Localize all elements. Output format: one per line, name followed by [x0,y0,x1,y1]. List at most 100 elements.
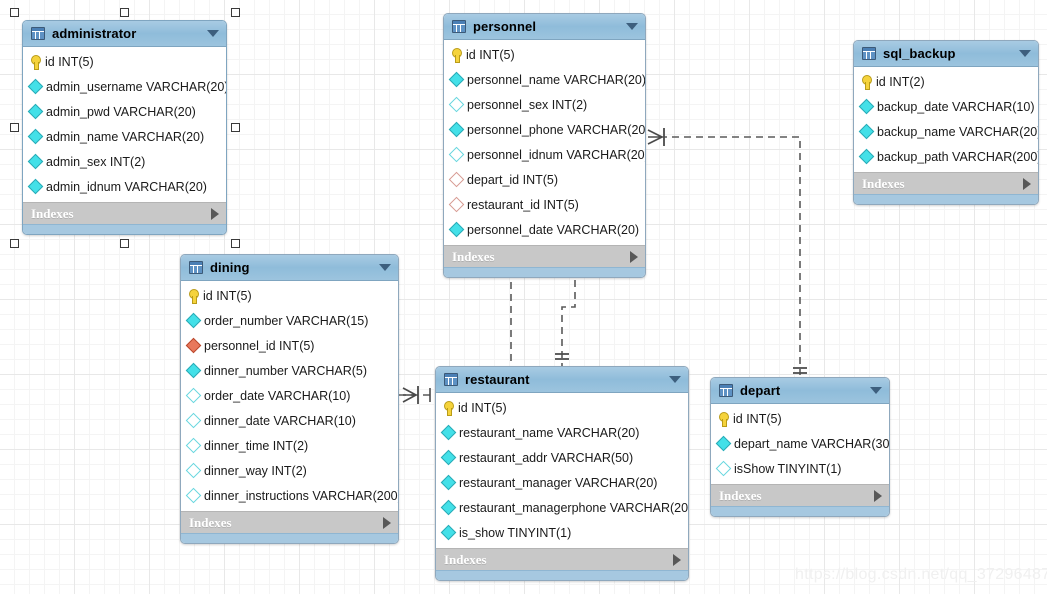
column-row[interactable]: id INT(2) [854,69,1038,94]
column-notnull-icon [448,121,465,138]
table-icon [444,373,458,386]
column-row[interactable]: id INT(5) [711,406,889,431]
column-row[interactable]: backup_path VARCHAR(200) [854,144,1038,169]
column-row[interactable]: dinner_way INT(2) [181,458,398,483]
chevron-down-icon[interactable] [870,387,882,394]
indexes-section-depart[interactable]: Indexes [711,484,889,506]
column-label: personnel_date VARCHAR(20) [467,222,640,237]
resize-handle-s[interactable] [120,238,129,248]
column-row[interactable]: depart_name VARCHAR(30) [711,431,889,456]
chevron-down-icon[interactable] [669,376,681,383]
column-row[interactable]: personnel_idnum VARCHAR(20) [444,142,645,167]
column-nullable-icon [448,146,465,163]
column-notnull-icon [440,499,457,516]
column-row[interactable]: restaurant_manager VARCHAR(20) [436,470,688,495]
chevron-right-icon[interactable] [1023,177,1031,190]
column-row[interactable]: personnel_date VARCHAR(20) [444,217,645,242]
column-nullable-icon [185,437,202,454]
column-notnull-icon [185,362,202,379]
table-header-personnel[interactable]: personnel [444,14,645,40]
table-node-restaurant[interactable]: restaurant id INT(5) restaurant_name VARCH… [435,366,689,581]
resize-handle-sw[interactable] [9,238,19,248]
column-notnull-icon [440,449,457,466]
column-notnull-icon [858,148,875,165]
column-label: id INT(5) [733,411,782,426]
table-node-dining[interactable]: dining id INT(5) order_number VARCHAR(15) p… [180,254,399,544]
indexes-section-restaurant[interactable]: Indexes [436,548,688,570]
column-list: id INT(5) restaurant_name VARCHAR(20) rest… [436,393,688,548]
column-label: dinner_way INT(2) [204,463,307,478]
eer-diagram-canvas[interactable]: { "canvas": { "watermark": "https://blog… [0,0,1047,594]
column-row[interactable]: is_show TINYINT(1) [436,520,688,545]
column-row[interactable]: dinner_time INT(2) [181,433,398,458]
column-notnull-icon [440,424,457,441]
column-row[interactable]: order_number VARCHAR(15) [181,308,398,333]
table-header-sql_backup[interactable]: sql_backup [854,41,1038,67]
table-header-restaurant[interactable]: restaurant [436,367,688,393]
column-label: dinner_number VARCHAR(5) [204,363,368,378]
column-row[interactable]: depart_id INT(5) [444,167,645,192]
resize-handle-ne[interactable] [230,7,240,17]
column-row[interactable]: personnel_name VARCHAR(20) [444,67,645,92]
table-header-dining[interactable]: dining [181,255,398,281]
chevron-right-icon[interactable] [383,516,391,529]
table-node-personnel[interactable]: personnel id INT(5) personnel_name VARCHAR… [443,13,646,278]
resize-handle-e[interactable] [230,123,240,132]
column-row[interactable]: dinner_instructions VARCHAR(200) [181,483,398,508]
column-row[interactable]: id INT(5) [181,283,398,308]
column-row[interactable]: backup_name VARCHAR(20) [854,119,1038,144]
primary-key-icon [443,400,454,416]
chevron-right-icon[interactable] [673,553,681,566]
chevron-right-icon[interactable] [874,489,882,502]
column-label: isShow TINYINT(1) [734,461,842,476]
column-row[interactable]: personnel_sex INT(2) [444,92,645,117]
column-row[interactable]: restaurant_name VARCHAR(20) [436,420,688,445]
column-row[interactable]: order_date VARCHAR(10) [181,383,398,408]
indexes-section-personnel[interactable]: Indexes [444,245,645,267]
indexes-section-dining[interactable]: Indexes [181,511,398,533]
column-label: id INT(2) [876,74,925,89]
column-label: order_date VARCHAR(10) [204,388,351,403]
resize-handle-w[interactable] [9,123,19,132]
column-label: personnel_idnum VARCHAR(20) [467,147,646,162]
column-label: restaurant_managerphone VARCHAR(20) [459,500,689,515]
column-label: backup_name VARCHAR(20) [877,124,1039,139]
column-row[interactable]: isShow TINYINT(1) [711,456,889,481]
chevron-down-icon[interactable] [379,264,391,271]
column-row[interactable]: restaurant_id INT(5) [444,192,645,217]
column-notnull-icon [448,71,465,88]
column-row[interactable]: restaurant_managerphone VARCHAR(20) [436,495,688,520]
column-row[interactable]: restaurant_addr VARCHAR(50) [436,445,688,470]
chevron-right-icon[interactable] [630,250,638,263]
selection-handles-administrator[interactable] [9,7,240,248]
primary-key-icon [451,47,462,63]
column-nullable-icon [185,462,202,479]
column-label: depart_id INT(5) [467,172,559,187]
chevron-down-icon[interactable] [626,23,638,30]
table-title: sql_backup [883,46,956,61]
indexes-section-sql_backup[interactable]: Indexes [854,172,1038,194]
column-row[interactable]: id INT(5) [444,42,645,67]
column-label: restaurant_addr VARCHAR(50) [459,450,634,465]
column-row[interactable]: dinner_date VARCHAR(10) [181,408,398,433]
indexes-label: Indexes [862,175,905,191]
column-notnull-icon [858,123,875,140]
column-row[interactable]: dinner_number VARCHAR(5) [181,358,398,383]
table-header-depart[interactable]: depart [711,378,889,404]
resize-handle-nw[interactable] [9,7,19,17]
column-row[interactable]: personnel_id INT(5) [181,333,398,358]
column-row[interactable]: id INT(5) [436,395,688,420]
chevron-down-icon[interactable] [1019,50,1031,57]
table-node-depart[interactable]: depart id INT(5) depart_name VARCHAR(30) is… [710,377,890,517]
column-notnull-icon [440,524,457,541]
table-node-sql_backup[interactable]: sql_backupid INT(2) backup_date VARCHAR(1… [853,40,1039,205]
column-row[interactable]: backup_date VARCHAR(10) [854,94,1038,119]
column-label: is_show TINYINT(1) [459,525,572,540]
resize-handle-se[interactable] [230,238,240,248]
column-label: depart_name VARCHAR(30) [734,436,890,451]
table-footer-strip [436,570,688,580]
column-label: id INT(5) [458,400,507,415]
column-nullable-icon [185,387,202,404]
resize-handle-n[interactable] [120,7,129,17]
column-row[interactable]: personnel_phone VARCHAR(20) [444,117,645,142]
